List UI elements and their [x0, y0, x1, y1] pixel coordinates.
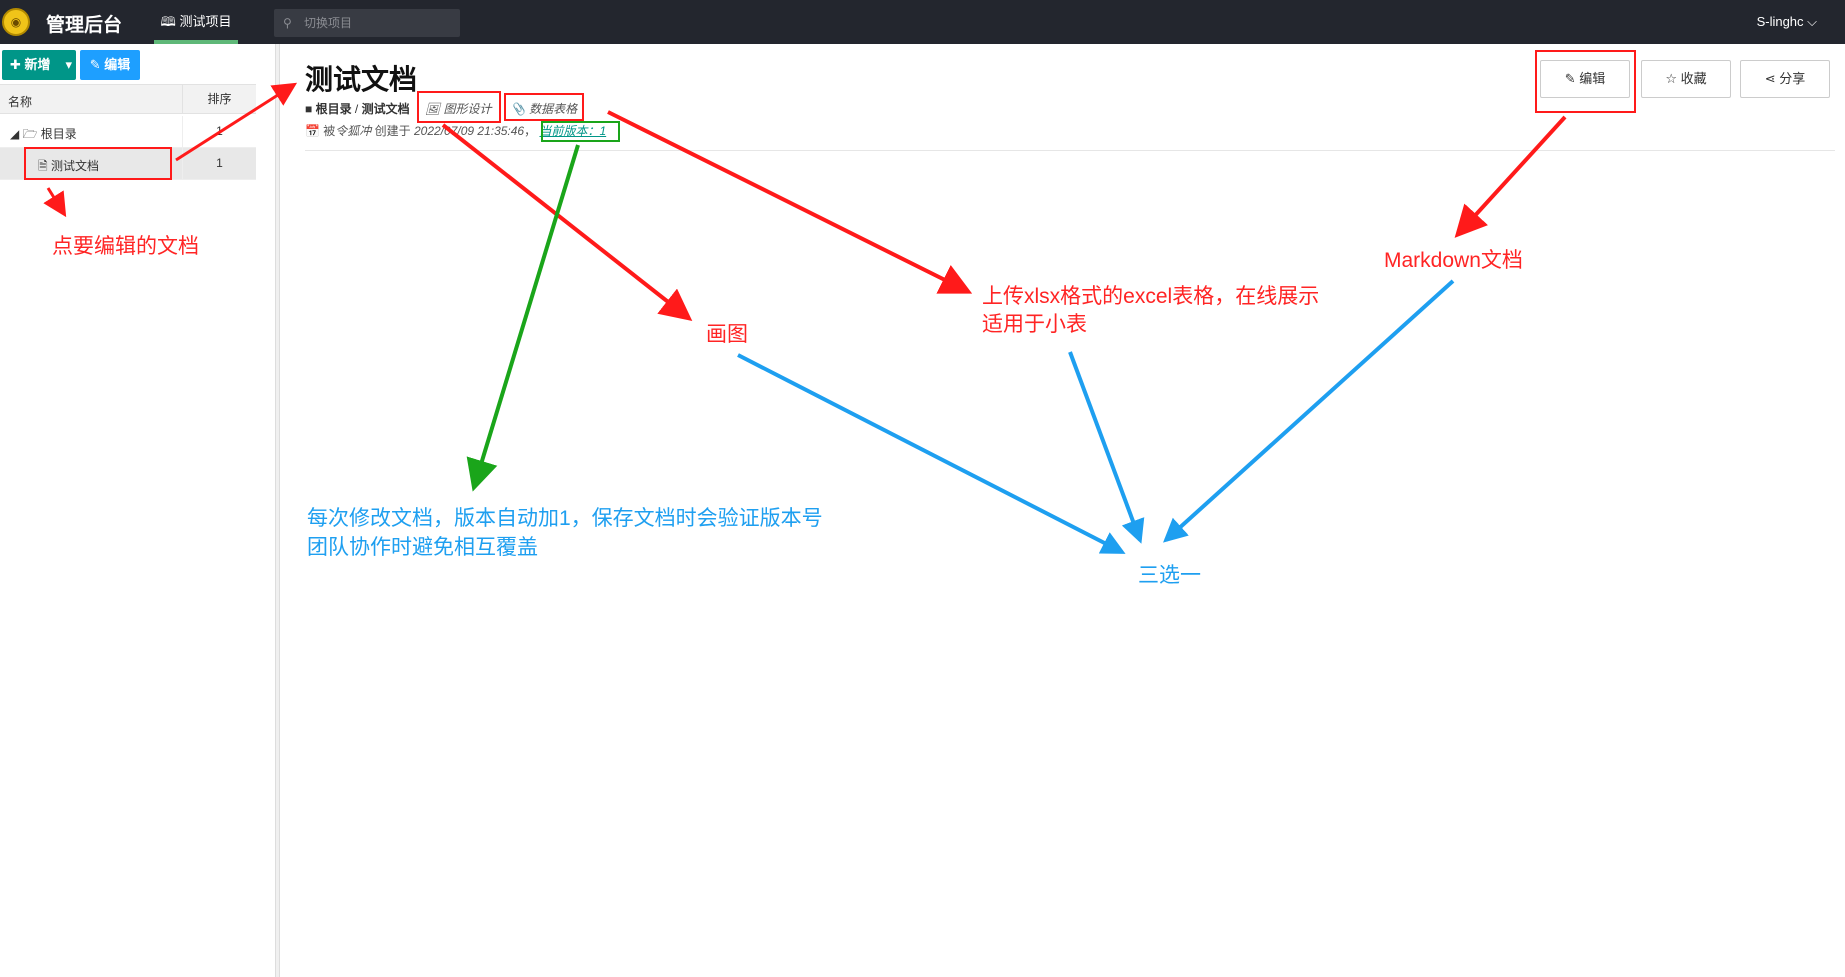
note-markdown: Markdown文档: [1384, 249, 1523, 272]
arrow-doc-to-note: [43, 187, 67, 218]
note-excel-line1: 上传xlsx格式的excel表格，在线展示: [982, 285, 1320, 308]
arrow-doc-to-title: [175, 82, 298, 162]
note-version-line2: 团队协作时避免相互覆盖: [307, 536, 538, 559]
note-excel-line2: 适用于小表: [982, 313, 1087, 336]
arrow-table: [607, 110, 973, 294]
note-doc-to-edit: 点要编辑的文档: [52, 235, 199, 258]
note-diagram: 画图: [706, 323, 748, 346]
annotation-arrows: [43, 82, 1567, 554]
arrow-version: [466, 144, 580, 492]
arrow-edit: [1454, 115, 1567, 238]
arrow-blue-table: [1068, 351, 1145, 544]
arrow-diagram: [441, 123, 693, 321]
note-version-line1: 每次修改文档，版本自动加1，保存文档时会验证版本号: [307, 507, 823, 530]
arrow-blue-markdown: [1163, 279, 1455, 543]
note-choose-one: 三选一: [1138, 564, 1201, 587]
